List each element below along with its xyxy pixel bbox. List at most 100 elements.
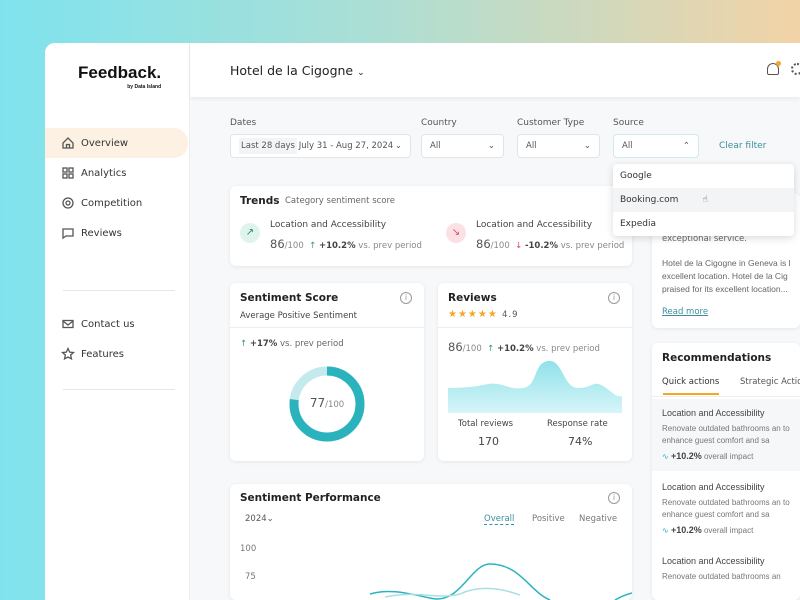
info-icon[interactable]: i bbox=[400, 292, 412, 304]
change-suffix: vs. prev period bbox=[358, 241, 422, 251]
hotel-selector[interactable]: Hotel de la Cigogne ⌄ bbox=[230, 63, 365, 78]
pulse-icon: ∿ bbox=[662, 526, 669, 535]
recommendation-item[interactable]: Location and AccessibilityRenovate outda… bbox=[652, 473, 800, 545]
reviews-card: Reviews i ★★★★★ 4.9 86/100 ↑ +10.2% vs. … bbox=[438, 283, 632, 461]
source-option-booking[interactable]: Booking.com☝ bbox=[613, 188, 794, 212]
score-max: /100 bbox=[325, 400, 344, 410]
divider bbox=[652, 396, 800, 397]
sidebar-item-label: Reviews bbox=[81, 228, 122, 239]
rec-impact-suffix: overall impact bbox=[704, 452, 753, 461]
trends-title: Trends bbox=[240, 195, 280, 207]
change: +10.2% bbox=[497, 344, 534, 354]
country-label: Country bbox=[421, 118, 457, 128]
y-tick: 100 bbox=[240, 544, 256, 554]
notification-dot bbox=[776, 61, 781, 66]
sidebar-item-analytics[interactable]: Analytics bbox=[45, 158, 188, 188]
year-value: 2024 bbox=[245, 514, 267, 524]
score-max: /100 bbox=[285, 241, 304, 251]
sidebar-item-label: Overview bbox=[81, 138, 128, 149]
option-label: Booking.com bbox=[620, 195, 678, 205]
total-reviews-value: 170 bbox=[478, 435, 499, 448]
sidebar-item-label: Contact us bbox=[81, 319, 135, 330]
tab-negative[interactable]: Negative bbox=[579, 514, 617, 524]
score-max: /100 bbox=[463, 344, 482, 354]
card-title: Sentiment Score bbox=[240, 292, 338, 304]
info-icon[interactable]: i bbox=[608, 292, 620, 304]
logo-text: Feedback. bbox=[78, 63, 161, 82]
score: 86 bbox=[270, 237, 285, 251]
sidebar-item-features[interactable]: Features bbox=[45, 339, 188, 369]
sentiment-change: ↑ +17% vs. prev period bbox=[240, 339, 344, 349]
recommendation-item[interactable]: Location and AccessibilityRenovate outda… bbox=[652, 399, 800, 471]
trend-score: 86/100 ↑ +10.2% vs. prev period bbox=[270, 237, 422, 251]
source-label: Source bbox=[613, 118, 644, 128]
trends-subtitle: Category sentiment score bbox=[285, 196, 395, 206]
clear-filter-link[interactable]: Clear filter bbox=[719, 141, 766, 151]
bell-icon[interactable] bbox=[767, 63, 779, 75]
country-select[interactable]: All⌄ bbox=[421, 134, 504, 158]
dates-select[interactable]: Last 28 daysJuly 31 - Aug 27, 2024⌄ bbox=[230, 134, 411, 158]
score: 77 bbox=[310, 396, 325, 410]
info-icon[interactable]: i bbox=[608, 492, 620, 504]
logo-subtitle: by Data Island bbox=[78, 84, 161, 90]
divider bbox=[63, 290, 175, 291]
divider bbox=[438, 327, 632, 328]
header: Hotel de la Cigogne ⌄ bbox=[190, 43, 800, 97]
card-subtitle: Average Positive Sentiment bbox=[240, 311, 357, 321]
tab-strategic-actions[interactable]: Strategic Actio bbox=[740, 377, 800, 387]
customer-type-label: Customer Type bbox=[517, 118, 584, 128]
dates-label: Dates bbox=[230, 118, 256, 128]
sentiment-performance-card: Sentiment Performance i 2024⌄ Overall Po… bbox=[230, 484, 632, 600]
divider bbox=[63, 389, 175, 390]
tab-overall[interactable]: Overall bbox=[484, 514, 514, 525]
arrow-up-icon: ↑ bbox=[240, 339, 247, 349]
rec-text: Renovate outdated bathrooms an to enhanc… bbox=[662, 498, 790, 519]
read-more-link[interactable]: Read more bbox=[662, 307, 708, 317]
arrow-up-icon: ↑ bbox=[309, 241, 316, 251]
gear-icon[interactable] bbox=[791, 63, 800, 75]
chevron-up-icon: ⌃ bbox=[683, 141, 690, 151]
trend-name: Location and Accessibility bbox=[270, 220, 386, 230]
source-select[interactable]: All ⌃ bbox=[613, 134, 699, 158]
score: 86 bbox=[448, 340, 463, 354]
change: -10.2% bbox=[525, 241, 558, 251]
response-rate-value: 74% bbox=[568, 435, 592, 448]
rec-title: Location and Accessibility bbox=[662, 555, 790, 567]
change-suffix: vs. prev period bbox=[280, 339, 344, 349]
recommendation-item[interactable]: Location and AccessibilityRenovate outda… bbox=[652, 547, 800, 597]
sidebar-item-contact[interactable]: Contact us bbox=[45, 309, 188, 339]
trends-card: Trends Category sentiment score ↗ Locati… bbox=[230, 186, 632, 266]
tab-positive[interactable]: Positive bbox=[532, 514, 565, 524]
dates-preset: Last 28 days bbox=[239, 138, 297, 154]
rating-value: 4.9 bbox=[502, 310, 519, 320]
trend-up-icon: ↗ bbox=[240, 223, 260, 243]
rec-impact: +10.2% bbox=[671, 525, 702, 535]
performance-line-chart bbox=[260, 554, 632, 600]
dates-range: July 31 - Aug 27, 2024 bbox=[299, 141, 393, 151]
sidebar-item-label: Features bbox=[81, 349, 124, 360]
sidebar-item-competition[interactable]: Competition bbox=[45, 188, 188, 218]
logo: Feedback. by Data Island bbox=[78, 63, 161, 90]
score: 86 bbox=[476, 237, 491, 251]
source-option-google[interactable]: Google bbox=[613, 164, 794, 188]
sidebar-item-label: Analytics bbox=[81, 168, 126, 179]
source-value: All bbox=[622, 141, 633, 151]
source-option-expedia[interactable]: Expedia bbox=[613, 212, 794, 236]
sidebar-item-reviews[interactable]: Reviews bbox=[45, 218, 188, 248]
grid-icon bbox=[61, 166, 75, 180]
source-dropdown: Google Booking.com☝ Expedia bbox=[613, 164, 794, 236]
trend-name: Location and Accessibility bbox=[476, 220, 592, 230]
donut-label: 77/100 bbox=[285, 396, 369, 410]
mail-icon bbox=[61, 317, 75, 331]
home-icon bbox=[61, 136, 75, 150]
area-series bbox=[448, 361, 622, 413]
year-select[interactable]: 2024⌄ bbox=[245, 514, 274, 524]
arrow-down-icon: ↓ bbox=[515, 241, 522, 251]
tab-quick-actions[interactable]: Quick actions bbox=[662, 377, 719, 387]
sidebar-item-overview[interactable]: Overview bbox=[45, 128, 188, 158]
country-value: All bbox=[430, 141, 441, 151]
reviews-score: 86/100 ↑ +10.2% vs. prev period bbox=[448, 340, 600, 354]
customer-type-select[interactable]: All⌄ bbox=[517, 134, 600, 158]
recommendations-card: Recommendations Quick actions Strategic … bbox=[652, 343, 800, 600]
star-rating: ★★★★★ 4.9 bbox=[448, 309, 519, 320]
